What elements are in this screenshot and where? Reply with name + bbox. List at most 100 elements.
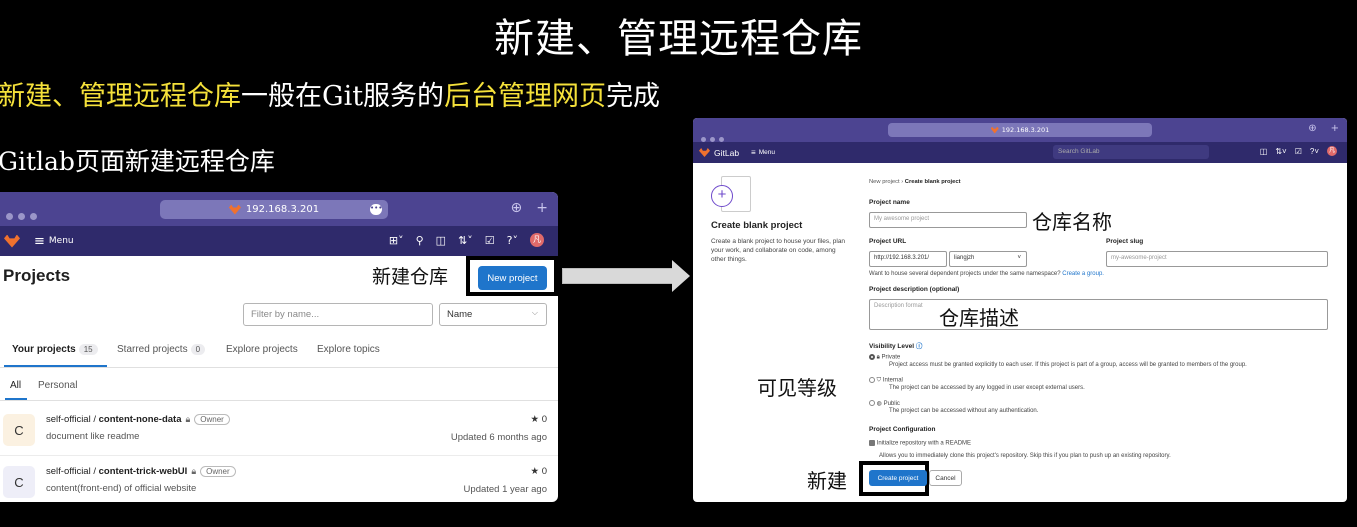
filter-input[interactable]: Filter by name... (243, 303, 433, 326)
side-description: Create a blank project to house your fil… (711, 238, 846, 263)
new-repo-annotation: 新建仓库 (372, 266, 449, 288)
bullet-1-text-a: 一般在Git服务的 (241, 81, 445, 112)
visibility-desc: The project can be accessed without any … (889, 408, 1039, 414)
description-label: Project description (optional) (869, 286, 960, 293)
project-title[interactable]: self-official / content-trick-webUI 🔒︎ Own… (46, 466, 236, 477)
breadcrumb: New project › Create blank project (869, 179, 961, 185)
bullet-1-highlight-a: 新建、管理远程仓库 (0, 81, 241, 112)
bullet-1-text-b: 完成 (606, 81, 661, 112)
tab-explore-topics[interactable]: Explore topics (317, 344, 380, 355)
browser-actions: ⊕ + (1294, 123, 1339, 134)
new-project-illustration: + (711, 176, 751, 214)
tab-your-projects[interactable]: Your projects 15 (12, 344, 98, 355)
tab-personal[interactable]: Personal (38, 380, 77, 391)
search-icon[interactable]: ⚲ (416, 234, 424, 247)
menu-icon[interactable]: ≡ (751, 148, 756, 157)
visibility-name: Internal (882, 377, 903, 384)
help-icon[interactable]: ?˅ (1310, 147, 1319, 156)
description-textarea[interactable]: Description format (869, 299, 1328, 330)
readme-label: Initialize repository with a README (876, 440, 972, 447)
project-title[interactable]: self-official / content-none-data 🔒︎ Owner (46, 414, 230, 425)
new-project-button[interactable]: New project (478, 266, 547, 290)
help-icon[interactable]: ⓘ (916, 343, 923, 350)
radio-internal[interactable] (869, 377, 875, 383)
repo-name-annotation: 仓库名称 (1032, 210, 1112, 234)
issues-icon[interactable]: ◫ (436, 234, 446, 247)
issues-icon[interactable]: ◫ (1260, 147, 1268, 156)
namespace-select[interactable]: liangjzh ˅ (949, 251, 1027, 267)
shield-icon: ⛉ (876, 377, 882, 384)
lock-icon: 🔒︎ (191, 466, 197, 476)
create-project-button[interactable]: Create project (869, 470, 927, 486)
gitlab-logo-icon[interactable] (699, 148, 710, 157)
todo-icon[interactable]: ☑ (485, 234, 495, 247)
visibility-public[interactable]: ◍ Public (869, 400, 900, 407)
project-name-label: Project name (869, 199, 910, 206)
globe-icon: ◍ (876, 401, 882, 407)
project-row[interactable]: C self-official / content-none-data 🔒︎ Own… (0, 408, 558, 456)
visibility-name: Public (883, 401, 900, 407)
tab-explore-projects[interactable]: Explore projects (226, 344, 298, 355)
address-bar[interactable]: 192.168.3.201 (888, 123, 1152, 137)
project-slug-input[interactable]: my-awesome-project (1106, 251, 1328, 267)
gitlab-logo-icon[interactable] (4, 234, 20, 248)
download-icon[interactable]: ⊕ (511, 200, 523, 216)
project-name[interactable]: content-trick-webUI (99, 466, 188, 477)
breadcrumb-parent[interactable]: New project (869, 179, 900, 185)
plus-icon: + (711, 185, 733, 207)
tab-all[interactable]: All (10, 380, 21, 391)
arrow-head (672, 260, 690, 292)
merge-requests-icon[interactable]: ⇅˅ (1275, 147, 1286, 156)
project-name-input[interactable]: My awesome project (869, 212, 1027, 228)
gitlab-navbar: ≡ Menu ⊞˅ ⚲ ◫ ⇅˅ ☑ ?˅ 凡 (0, 226, 558, 256)
project-row[interactable]: C self-official / content-trick-webUI 🔒︎ O… (0, 460, 558, 502)
visibility-internal[interactable]: ⛉ Internal (869, 377, 903, 385)
updated-time: Updated 6 months ago (450, 432, 547, 443)
readme-option[interactable]: Initialize repository with a README (869, 440, 971, 447)
more-icon[interactable]: ••• (370, 204, 382, 215)
arrow-right-icon (562, 268, 674, 284)
help-icon[interactable]: ?˅ (507, 234, 518, 247)
visibility-private[interactable]: 🔒︎ Private (869, 354, 900, 362)
browser-chrome: 192.168.3.201 ⊕ + (693, 118, 1347, 142)
cancel-button[interactable]: Cancel (929, 470, 962, 486)
updated-time: Updated 1 year ago (463, 484, 547, 495)
user-avatar[interactable]: 凡 (530, 233, 544, 247)
new-tab-icon[interactable]: + (1331, 123, 1339, 134)
todo-icon[interactable]: ☑ (1295, 147, 1302, 156)
lock-icon: 🔒︎ (876, 354, 880, 361)
download-icon[interactable]: ⊕ (1308, 123, 1316, 134)
create-group-link[interactable]: Create a group. (1062, 271, 1104, 277)
brand-name[interactable]: GitLab (714, 148, 739, 158)
star-count[interactable]: ★ 0 (531, 466, 547, 477)
readme-checkbox[interactable] (869, 440, 875, 446)
gitlab-favicon-icon (990, 126, 999, 134)
radio-private[interactable] (869, 354, 875, 360)
new-tab-icon[interactable]: + (536, 200, 548, 216)
create-new-icon[interactable]: ⊞˅ (389, 234, 404, 247)
repo-description-annotation: 仓库描述 (939, 306, 1019, 330)
merge-requests-icon[interactable]: ⇅˅ (458, 234, 473, 247)
tab-starred-projects[interactable]: Starred projects 0 (117, 344, 206, 355)
project-name[interactable]: content-none-data (99, 414, 182, 425)
window-controls[interactable] (6, 205, 42, 224)
slide-bullet-1: 新建、管理远程仓库一般在Git服务的后台管理网页完成 (0, 74, 660, 113)
project-tabs: Your projects 15 Starred projects 0 Explor… (0, 334, 558, 368)
star-count[interactable]: ★ 0 (531, 414, 547, 425)
radio-public[interactable] (869, 400, 875, 407)
side-title: Create blank project (711, 220, 803, 231)
address-bar[interactable]: 192.168.3.201 ••• (160, 200, 388, 219)
menu-label[interactable]: Menu (49, 236, 74, 246)
create-project-window: 192.168.3.201 ⊕ + GitLab ≡ Menu Search Gi… (693, 118, 1347, 502)
menu-icon[interactable]: ≡ (34, 234, 45, 249)
visibility-desc: Project access must be granted explicitl… (889, 362, 1247, 368)
visibility-name: Private (881, 354, 901, 361)
project-description: content(front-end) of official website (46, 483, 197, 494)
search-input[interactable]: Search GitLab (1053, 145, 1209, 159)
visibility-desc: The project can be accessed by any logge… (889, 385, 1085, 391)
active-tab-indicator (4, 365, 107, 367)
sort-select[interactable]: Name ⌵ (439, 303, 547, 326)
menu-label[interactable]: Menu (759, 149, 775, 156)
address-url: 192.168.3.201 (245, 204, 320, 215)
user-avatar[interactable]: 凡 (1327, 146, 1337, 156)
